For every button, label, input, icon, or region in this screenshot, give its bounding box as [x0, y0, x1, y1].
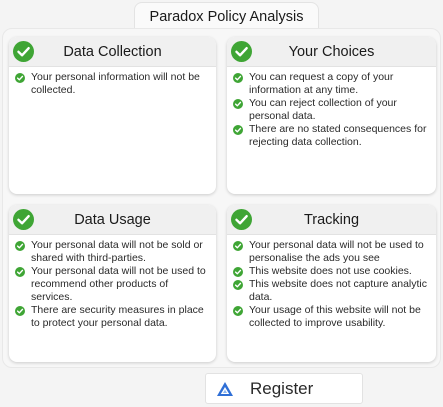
list-item: This website does not use cookies.: [233, 265, 430, 278]
list-item: You can request a copy of your informati…: [233, 71, 430, 97]
register-button[interactable]: Register: [205, 373, 363, 404]
triangle-logo-icon: [217, 381, 233, 396]
page-title: Paradox Policy Analysis: [134, 2, 319, 31]
list-item: There are security measures in place to …: [15, 304, 210, 330]
list-item: Your personal data will not be used to p…: [233, 239, 430, 265]
list-item: Your usage of this website will not be c…: [233, 304, 430, 330]
register-label: Register: [250, 378, 314, 398]
card-title: Your Choices: [288, 43, 375, 60]
check-circle-icon: [233, 280, 243, 290]
card-header: Tracking: [227, 205, 436, 235]
card-header: Your Choices: [227, 37, 436, 67]
list-item: Your personal information will not be co…: [15, 71, 210, 97]
check-circle-icon: [233, 267, 243, 277]
check-circle-icon: [233, 73, 243, 83]
list-item: You can reject collection of your person…: [233, 97, 430, 123]
card-title: Data Usage: [74, 211, 151, 228]
check-circle-icon: [233, 306, 243, 316]
card-data-usage: Data Usage Your personal data will not b…: [9, 205, 216, 362]
card-header: Data Collection: [9, 37, 216, 67]
check-circle-icon: [15, 73, 25, 83]
check-circle-icon: [13, 209, 34, 230]
check-circle-icon: [15, 241, 25, 251]
check-circle-icon: [15, 306, 25, 316]
check-circle-icon: [13, 41, 34, 62]
check-circle-icon: [233, 125, 243, 135]
check-circle-icon: [231, 209, 252, 230]
card-header: Data Usage: [9, 205, 216, 235]
list-item: This website does not capture analytic d…: [233, 278, 430, 304]
check-circle-icon: [15, 267, 25, 277]
list-item: Your personal data will not be used to r…: [15, 265, 210, 304]
card-data-collection: Data Collection Your personal informatio…: [9, 37, 216, 194]
card-title: Tracking: [303, 211, 360, 228]
card-tracking: Tracking Your personal data will not be …: [227, 205, 436, 362]
card-your-choices: Your Choices You can request a copy of y…: [227, 37, 436, 194]
check-circle-icon: [233, 241, 243, 251]
check-circle-icon: [233, 99, 243, 109]
card-title: Data Collection: [63, 43, 162, 60]
list-item: Your personal data will not be sold or s…: [15, 239, 210, 265]
list-item: There are no stated consequences for rej…: [233, 123, 430, 149]
check-circle-icon: [231, 41, 252, 62]
policy-panel: Data Collection Your personal informatio…: [2, 28, 441, 368]
